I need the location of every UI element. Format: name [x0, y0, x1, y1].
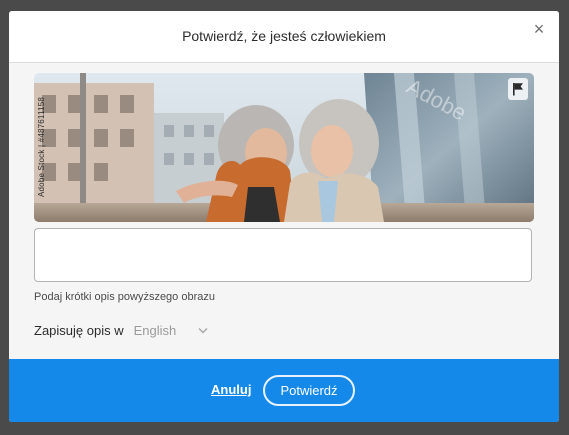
- photo-illustration: Adobe: [34, 73, 534, 222]
- report-image-button[interactable]: [508, 78, 528, 100]
- dialog-title: Potwierdź, że jesteś człowiekiem: [182, 28, 386, 44]
- description-hint: Podaj krótki opis powyższego obrazu: [34, 291, 215, 303]
- dialog-footer: Anuluj Potwierdź: [9, 359, 559, 422]
- language-label: Zapisuję opis w: [34, 322, 124, 338]
- dialog-header: Potwierdź, że jesteś człowiekiem ×: [9, 11, 559, 63]
- language-selected-value: English: [133, 322, 177, 338]
- confirm-button[interactable]: Potwierdź: [263, 375, 355, 406]
- chevron-down-icon: [198, 327, 208, 334]
- cancel-button[interactable]: Anuluj: [211, 382, 251, 397]
- description-input[interactable]: [34, 228, 532, 282]
- close-button[interactable]: ×: [529, 19, 549, 39]
- language-row: Zapisuję opis w English: [34, 321, 208, 339]
- captcha-dialog: Potwierdź, że jesteś człowiekiem × Adobe…: [9, 11, 559, 422]
- flag-icon: [513, 83, 523, 96]
- captcha-image: Adobe Adobe Stock | #487611158: [34, 73, 534, 222]
- image-credit: Adobe Stock | #487611158: [37, 97, 46, 198]
- language-select[interactable]: English: [134, 323, 209, 338]
